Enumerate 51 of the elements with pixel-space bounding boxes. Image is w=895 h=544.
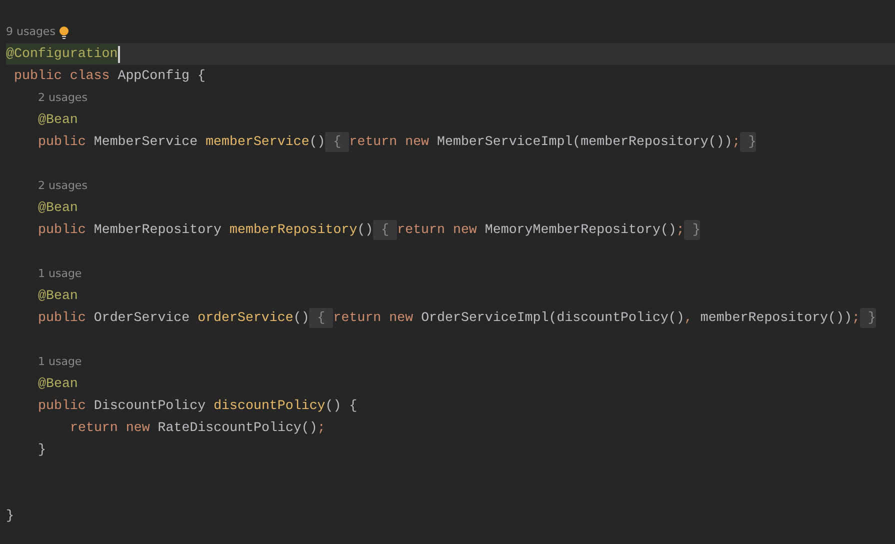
lightbulb-icon[interactable] bbox=[59, 26, 70, 38]
keyword-text: return new bbox=[349, 133, 430, 152]
keyword-text: public class bbox=[12, 67, 111, 86]
keyword-text: , bbox=[684, 309, 694, 328]
keyword-text: ; bbox=[732, 133, 740, 152]
keyword-text: public bbox=[38, 133, 87, 152]
annotation-text: @Bean bbox=[38, 287, 78, 306]
annotation-text: @Configuration bbox=[6, 44, 118, 64]
annotation-text: @Bean bbox=[38, 111, 78, 130]
usages-hint[interactable]: 2 usages bbox=[38, 178, 88, 194]
keyword-text: return new bbox=[70, 419, 151, 438]
code-text: AppConfig { bbox=[118, 67, 206, 86]
code-text: OrderServiceImpl(discountPolicy() bbox=[421, 309, 684, 328]
code-text: DiscountPolicy bbox=[94, 397, 207, 416]
code-text: MemoryMemberRepository() bbox=[484, 221, 676, 240]
folded-brace[interactable]: } bbox=[684, 220, 700, 240]
method-name: orderService bbox=[198, 309, 294, 328]
code-text: memberRepository()) bbox=[700, 309, 852, 328]
usages-hint[interactable]: 1 usage bbox=[38, 354, 82, 370]
code-text: () bbox=[357, 221, 374, 240]
folded-brace[interactable]: { bbox=[325, 132, 350, 152]
keyword-text: ; bbox=[852, 309, 860, 328]
usages-hint[interactable]: 2 usages bbox=[38, 90, 88, 106]
usages-hint[interactable]: 1 usage bbox=[38, 266, 82, 282]
folded-brace[interactable]: { bbox=[373, 220, 398, 240]
keyword-text: return new bbox=[333, 309, 414, 328]
folded-brace[interactable]: } bbox=[860, 308, 876, 328]
code-text: () { bbox=[325, 397, 358, 416]
annotation-text: @Bean bbox=[38, 375, 78, 394]
code-text: RateDiscountPolicy() bbox=[158, 419, 318, 438]
folded-brace[interactable]: } bbox=[740, 132, 756, 152]
method-name: memberRepository bbox=[230, 221, 358, 240]
keyword-text: return new bbox=[397, 221, 478, 240]
method-name: memberService bbox=[206, 133, 310, 152]
code-text: } bbox=[38, 441, 46, 460]
code-text: () bbox=[293, 309, 310, 328]
usages-hint[interactable]: 9 usages bbox=[6, 24, 56, 40]
method-name: discountPolicy bbox=[214, 397, 326, 416]
folded-brace[interactable]: { bbox=[309, 308, 334, 328]
keyword-text: public bbox=[38, 221, 87, 240]
keyword-text: ; bbox=[676, 221, 684, 240]
keyword-text: public bbox=[38, 397, 87, 416]
annotation-text: @Bean bbox=[38, 199, 78, 218]
code-text: MemberServiceImpl(memberRepository()) bbox=[437, 133, 732, 152]
keyword-text: ; bbox=[317, 419, 326, 438]
keyword-text: public bbox=[38, 309, 87, 328]
code-text: } bbox=[6, 507, 14, 526]
code-text: MemberService bbox=[94, 133, 199, 152]
code-text: MemberRepository bbox=[94, 221, 223, 240]
code-text: () bbox=[309, 133, 326, 152]
code-text: OrderService bbox=[94, 309, 191, 328]
